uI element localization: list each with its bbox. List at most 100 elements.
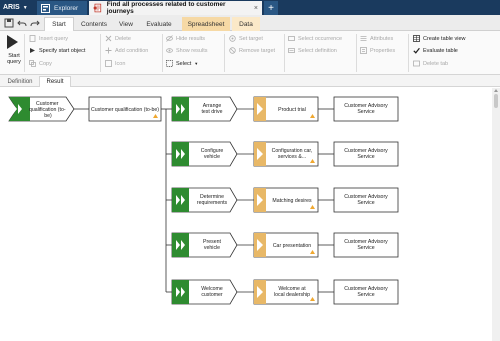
tab-spreadsheet[interactable]: Spreadsheet: [182, 17, 230, 31]
add-tab-button[interactable]: +: [264, 1, 278, 15]
select-icon: [166, 60, 173, 67]
service-node[interactable]: Customer Advisory Service: [333, 232, 399, 258]
event-node[interactable]: Arrange test drive: [171, 96, 238, 122]
ribbon-tab-bar: Start Contents View Evaluate Spreadsheet…: [0, 15, 500, 31]
show-results-button[interactable]: Show results: [166, 46, 208, 55]
service-node[interactable]: Customer Advisory Service: [333, 187, 399, 213]
select-definition-button[interactable]: Select definition: [288, 46, 337, 55]
add-condition-label: Add condition: [115, 47, 149, 54]
tab-definition[interactable]: Definition: [3, 76, 37, 87]
start-query-label: Start query: [7, 53, 21, 65]
start-query-button[interactable]: Start query: [3, 33, 21, 73]
title-bar: ARIS ▼ Explorer Find all processes relat…: [0, 0, 500, 15]
service-node[interactable]: Customer Advisory Service: [333, 96, 399, 122]
event-node[interactable]: Configure vehicle: [171, 141, 238, 167]
scrollbar-thumb[interactable]: [494, 94, 498, 108]
tab-data[interactable]: Data: [232, 17, 260, 31]
target-icon: [229, 35, 236, 42]
save-icon[interactable]: [4, 18, 14, 28]
properties-button[interactable]: Properties: [360, 46, 395, 55]
icon-button[interactable]: Icon: [105, 59, 125, 68]
select-label: Select: [176, 60, 192, 67]
service-node[interactable]: Customer Advisory Service: [333, 141, 399, 167]
tab-evaluate[interactable]: Evaluate: [140, 17, 178, 31]
show-icon: [166, 48, 173, 53]
vertical-scrollbar[interactable]: [492, 88, 500, 341]
remove-target-icon: [229, 47, 236, 54]
tab-start[interactable]: Start: [44, 17, 74, 31]
ribbon-separator: [408, 34, 409, 72]
set-target-label: Set target: [239, 35, 263, 42]
ribbon-separator: [24, 34, 25, 72]
app-menu[interactable]: ARIS ▼: [3, 2, 28, 13]
delete-tab-label: Delete tab: [423, 60, 449, 67]
event-label: Welcome customer: [201, 286, 223, 298]
undo-icon[interactable]: [17, 18, 27, 28]
process-node[interactable]: Car presentation: [253, 232, 319, 258]
occurrence-icon: [288, 36, 295, 41]
copy-icon: [29, 60, 36, 67]
process-node[interactable]: Welcome at local dealership: [253, 279, 319, 305]
tab-query[interactable]: Find all processes related to customer j…: [89, 1, 262, 15]
insert-query-label: Insert query: [39, 35, 69, 42]
process-diagram: Customer qualification (to- be) Customer…: [8, 96, 399, 305]
scroll-up-icon[interactable]: [494, 89, 498, 92]
start-object-icon: [30, 48, 35, 53]
event-label: Arrange test drive: [201, 103, 222, 115]
create-table-view-label: Create table view: [423, 35, 466, 42]
ribbon-separator: [100, 34, 101, 72]
specify-start-object-label: Specify start object: [39, 47, 86, 54]
tab-result[interactable]: Result: [39, 76, 71, 87]
evaluate-table-label: Evaluate table: [423, 47, 458, 54]
sub-tab-bar: Definition Result: [0, 75, 500, 87]
insert-query-button[interactable]: Insert query: [29, 34, 68, 43]
select-occurrence-button[interactable]: Select occurrence: [288, 34, 342, 43]
add-condition-button[interactable]: Add condition: [105, 46, 148, 55]
evaluate-table-button[interactable]: Evaluate table: [413, 46, 458, 55]
service-node[interactable]: Customer Advisory Service: [333, 279, 399, 305]
diagram-canvas[interactable]: Customer qualification (to- be) Customer…: [0, 88, 492, 341]
play-icon: [7, 35, 18, 49]
explorer-icon: [41, 3, 50, 13]
process-node[interactable]: Product trial: [253, 96, 319, 122]
set-target-button[interactable]: Set target: [229, 34, 263, 43]
tab-explorer[interactable]: Explorer: [37, 1, 87, 15]
attributes-label: Attributes: [370, 35, 394, 42]
show-results-label: Show results: [176, 47, 208, 54]
process-node[interactable]: Matching desires: [253, 187, 319, 213]
hide-results-button[interactable]: Hide results: [166, 34, 205, 43]
event-node[interactable]: Welcome customer: [171, 279, 238, 305]
tab-view[interactable]: View: [114, 17, 138, 31]
specify-start-object-button[interactable]: Specify start object: [29, 46, 85, 55]
select-dropdown[interactable]: Select ▼: [166, 59, 198, 68]
event-label: Determine requirements: [197, 194, 228, 206]
remove-target-button[interactable]: Remove target: [229, 46, 275, 55]
redo-icon[interactable]: [30, 18, 40, 28]
app-name: ARIS: [3, 4, 20, 11]
copy-label: Copy: [39, 60, 52, 67]
attributes-button[interactable]: Attributes: [360, 34, 393, 43]
process-label: Matching desires: [272, 198, 312, 204]
start-process-node[interactable]: Customer qualification (to-be): [88, 96, 162, 122]
table-icon: [413, 35, 420, 42]
tab-contents[interactable]: Contents: [76, 17, 112, 31]
close-icon[interactable]: ×: [254, 5, 258, 12]
tab-explorer-label: Explorer: [54, 4, 79, 12]
delete-icon: [105, 35, 112, 42]
image-icon: [105, 60, 112, 67]
tab-query-label: Find all processes related to customer j…: [106, 1, 226, 15]
delete-tab-button[interactable]: Delete tab: [413, 59, 448, 68]
event-node[interactable]: Determine requirements: [171, 187, 238, 213]
properties-label: Properties: [370, 47, 396, 54]
create-table-view-button[interactable]: Create table view: [413, 34, 466, 43]
ribbon: Start query Insert query Specify start o…: [0, 31, 500, 75]
process-label: Car presentation: [273, 243, 311, 249]
delete-button[interactable]: Delete: [105, 34, 131, 43]
copy-button[interactable]: Copy: [29, 59, 52, 68]
icon-label: Icon: [115, 60, 126, 67]
ribbon-separator: [356, 34, 357, 72]
start-event-node[interactable]: Customer qualification (to- be): [8, 96, 75, 122]
process-node[interactable]: Configuration car, services &...: [253, 141, 319, 167]
event-node[interactable]: Present vehicle: [171, 232, 238, 258]
hide-results-label: Hide results: [176, 35, 206, 42]
